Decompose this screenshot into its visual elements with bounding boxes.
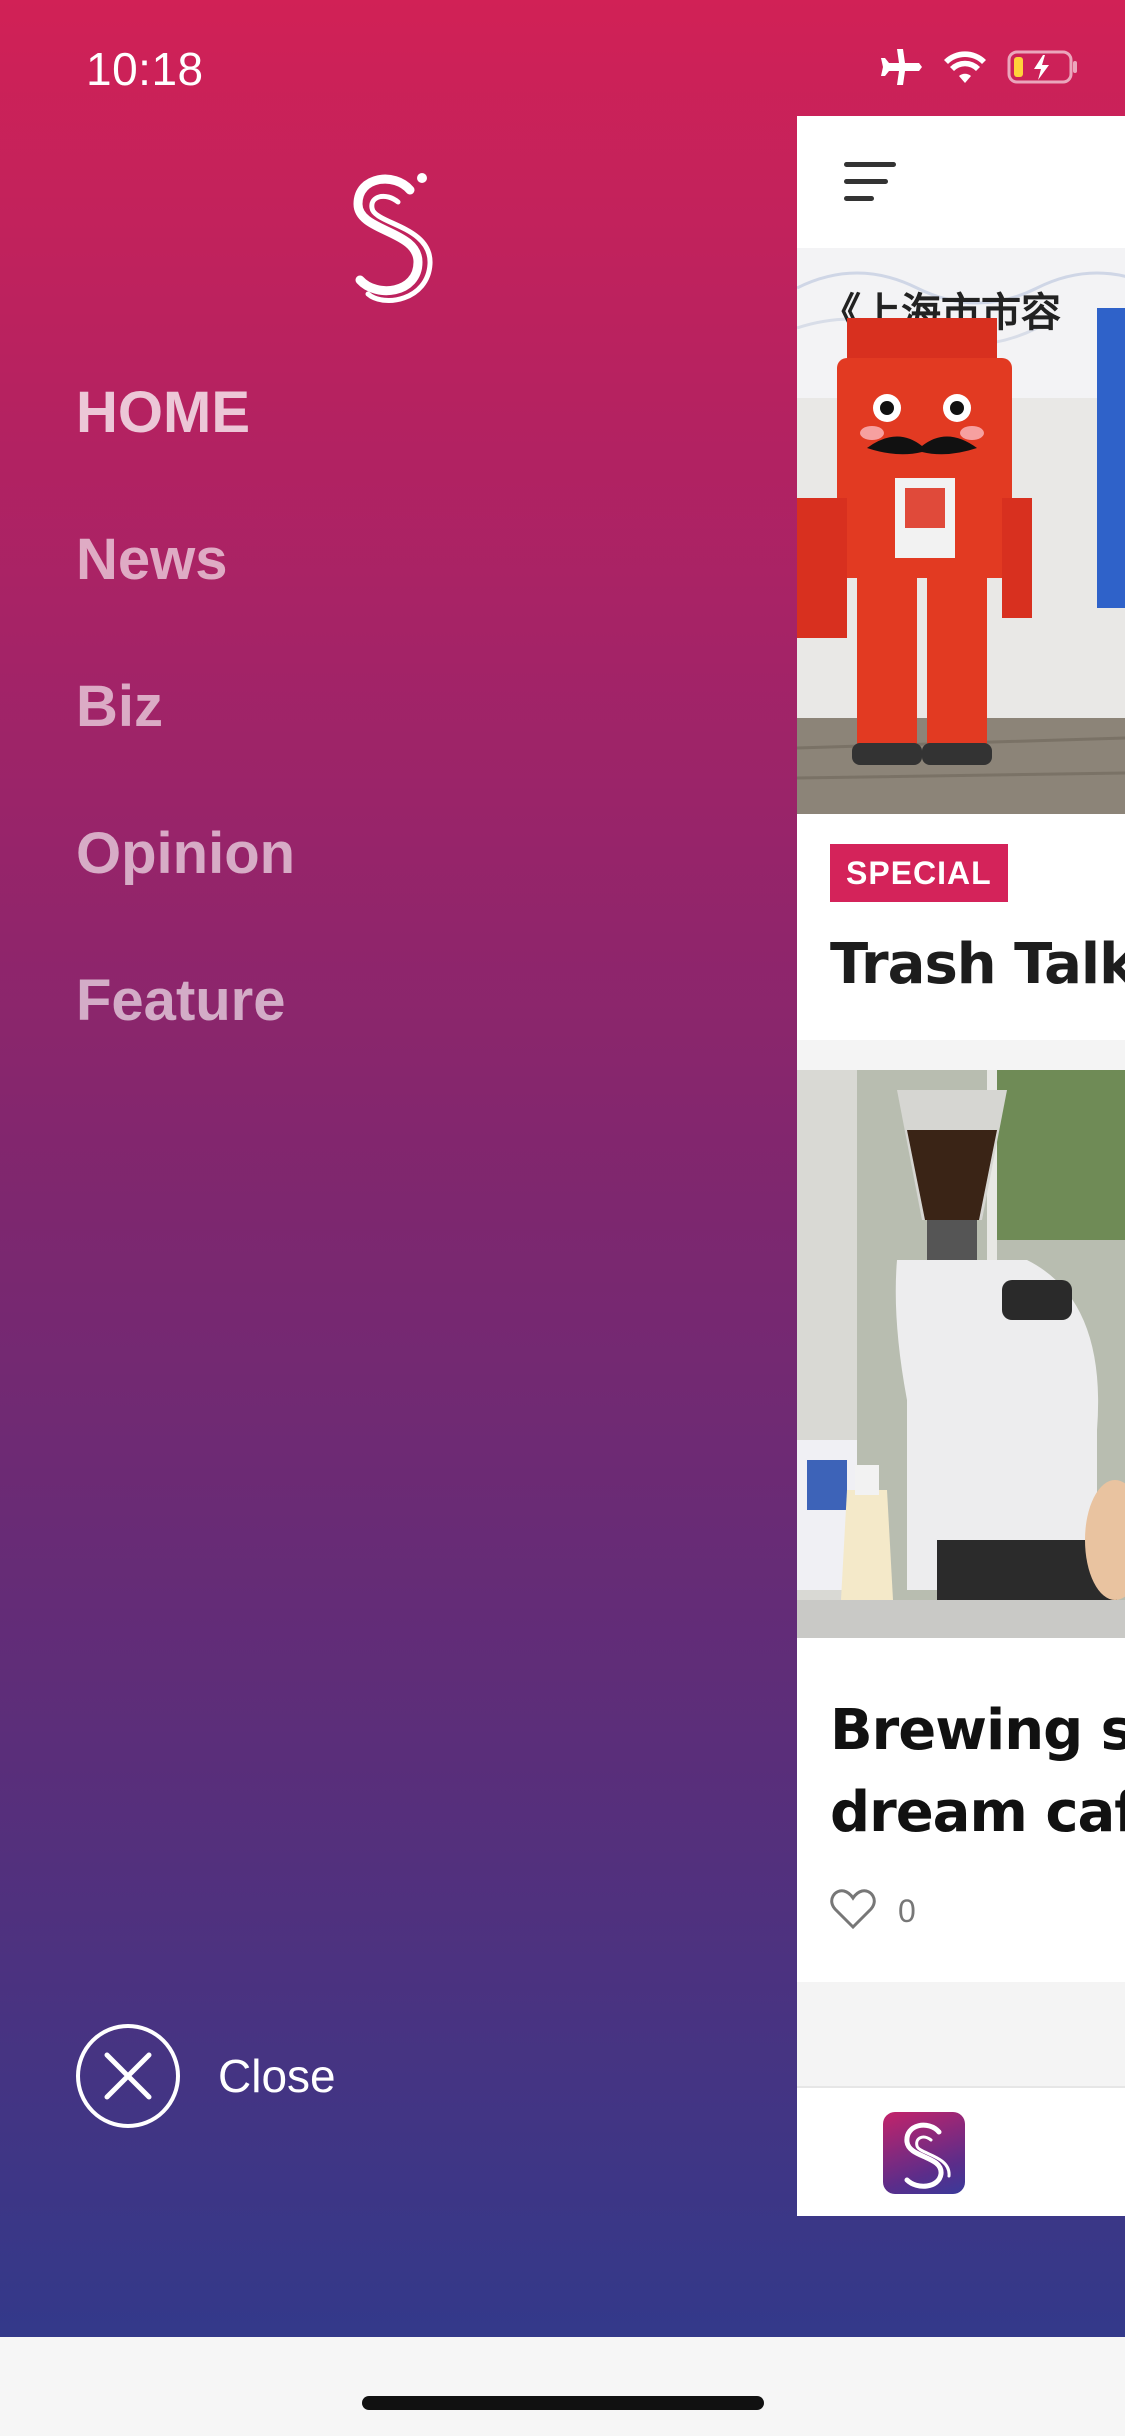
menu-item-biz[interactable]: Biz (76, 664, 295, 811)
heart-icon[interactable] (830, 1888, 876, 1935)
shine-s-logo (340, 168, 440, 308)
airplane-icon (877, 47, 923, 87)
article-title-line-1: Brewing so (830, 1698, 1125, 1763)
article-title: Brewing so dream cafe (830, 1690, 1125, 1854)
menu-item-opinion[interactable]: Opinion (76, 811, 295, 958)
drawer-menu: HOME News Biz Opinion Feature (76, 370, 295, 1105)
menu-item-feature[interactable]: Feature (76, 958, 295, 1105)
menu-item-news[interactable]: News (76, 517, 295, 664)
article-title: Trash Talk (830, 932, 1125, 997)
close-label: Close (218, 2050, 336, 2102)
menu-icon[interactable] (842, 158, 902, 208)
status-icons (877, 44, 1079, 90)
like-count: 0 (898, 1893, 916, 1929)
wifi-icon (943, 49, 987, 85)
status-time: 10:18 (86, 43, 204, 95)
content-preview-panel[interactable]: 《上海市市容 SPECIAL Trash Talk Brewing s drea… (797, 116, 1125, 2216)
article-card-trash-talk[interactable]: 《上海市市容 SPECIAL Trash Talk (797, 248, 1125, 1040)
tab-bar (797, 2086, 1125, 2216)
close-button[interactable]: Close (76, 2024, 336, 2128)
home-indicator[interactable] (362, 2396, 764, 2410)
article-image-mascot: 《上海市市容 (797, 248, 1125, 814)
tab-home-logo-icon[interactable] (883, 2112, 965, 2194)
article-title-line-2: dream cafe (830, 1780, 1125, 1845)
content-topbar (797, 116, 1125, 248)
menu-item-home[interactable]: HOME (76, 370, 295, 517)
special-badge: SPECIAL (830, 844, 1008, 902)
like-row[interactable]: 0 (830, 1888, 916, 1935)
home-bar-area (0, 2337, 1125, 2436)
article-card-brewing[interactable]: Brewing so dream cafe 0 (797, 1070, 1125, 1982)
screen: 10:18 HOME News Biz Opinion Feature Clos… (0, 0, 1125, 2436)
close-icon (76, 2024, 180, 2128)
article-image-coffee (797, 1070, 1125, 1638)
battery-charging-icon (1007, 49, 1079, 85)
